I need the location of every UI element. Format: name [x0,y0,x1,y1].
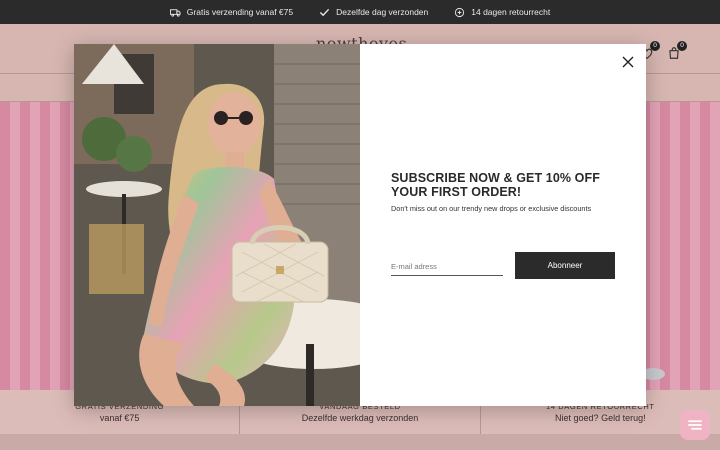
modal-content: SUBSCRIBE NOW & GET 10% OFF YOUR FIRST O… [360,44,646,406]
chat-icon [688,420,702,430]
usp-same-day: Dezelfde dag verzonden [319,7,428,18]
subscribe-button[interactable]: Abonneer [515,252,615,279]
footer-strip [0,434,720,450]
truck-icon [169,8,181,17]
modal-subtext: Don't miss out on our trendy new drops o… [391,204,592,213]
modal-photo [74,44,360,406]
cart-icon[interactable]: 0 [667,41,687,60]
usp-label: Dezelfde dag verzonden [336,7,429,17]
return-icon [455,7,465,17]
check-icon [319,8,330,16]
close-icon[interactable] [620,54,636,70]
cart-count-badge: 0 [677,41,687,51]
usp-subtitle: Dezelfde werkdag verzonden [301,412,419,423]
usp-label: Gratis verzending vanaf €75 [186,7,294,17]
usp-subtitle: Niet goed? Geld terug! [555,412,646,423]
usp-label: 14 dagen retourrecht [471,7,551,17]
announcement-bar: Gratis verzending vanaf €75 Dezelfde dag… [0,0,720,24]
usp-free-shipping: Gratis verzending vanaf €75 [169,7,294,18]
model-photo-illustration [74,44,360,406]
chat-widget-button[interactable] [680,410,710,440]
usp-subtitle: vanaf €75 [99,412,140,423]
newsletter-modal: SUBSCRIBE NOW & GET 10% OFF YOUR FIRST O… [74,44,646,406]
wishlist-count-badge: 0 [650,41,660,51]
usp-returns: 14 dagen retourrecht [454,7,550,18]
email-field[interactable] [391,258,503,276]
modal-headline: SUBSCRIBE NOW & GET 10% OFF YOUR FIRST O… [391,171,600,199]
